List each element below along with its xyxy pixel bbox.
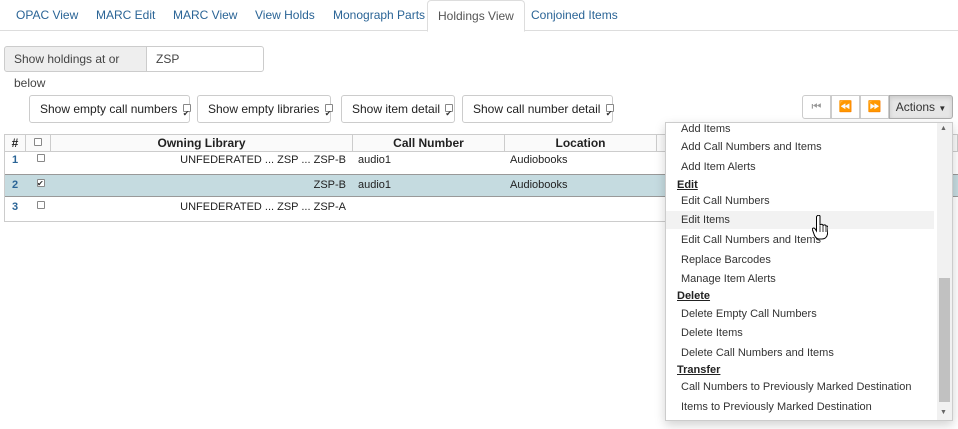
menu-item-add-items[interactable]: Add Items	[681, 123, 731, 135]
next-page-icon: ⏩	[867, 101, 882, 113]
show-empty-libraries-checkbox[interactable]	[324, 101, 333, 127]
owning-library-cell: UNFEDERATED ... ZSP ... ZSP-A	[180, 201, 346, 213]
toggle-label: Show call number detail	[473, 102, 601, 116]
actions-button[interactable]: Actions ▼	[889, 95, 953, 119]
tab-view-holds[interactable]: View Holds	[255, 0, 315, 31]
column-header-owning-library[interactable]: Owning Library	[51, 135, 353, 152]
show-empty-call-numbers-checkbox[interactable]	[182, 101, 191, 127]
location-cell: Audiobooks	[510, 154, 568, 166]
menu-item-transfer-call-numbers[interactable]: Call Numbers to Previously Marked Destin…	[681, 381, 911, 393]
scroll-up-icon[interactable]: ▲	[940, 125, 947, 132]
caret-down-icon: ▼	[938, 104, 947, 113]
tab-monograph-parts[interactable]: Monograph Parts	[333, 0, 425, 31]
row-select-cell	[35, 199, 45, 215]
holdings-filter-label: Show holdings at or below	[4, 46, 147, 90]
show-empty-libraries-toggle[interactable]: Show empty libraries	[197, 95, 333, 127]
menu-header-edit: Edit	[677, 179, 698, 191]
location-cell: Audiobooks	[510, 179, 568, 191]
show-call-number-detail-checkbox[interactable]	[605, 101, 614, 127]
actions-label: Actions	[895, 100, 936, 114]
menu-header-delete: Delete	[677, 290, 711, 302]
first-page-button[interactable]: ⏮	[802, 95, 831, 119]
menu-item-delete-call-numbers-and-items[interactable]: Delete Call Numbers and Items	[681, 347, 834, 359]
row-number[interactable]: 3	[12, 199, 18, 215]
row-checkbox[interactable]	[37, 154, 45, 162]
previous-page-button[interactable]: ⏪	[831, 95, 860, 119]
toggle-label: Show item detail	[352, 102, 441, 116]
toggle-label: Show empty libraries	[208, 102, 320, 116]
row-select-cell	[35, 152, 45, 168]
show-empty-call-numbers-toggle[interactable]: Show empty call numbers	[29, 95, 191, 127]
tab-bar: OPAC View MARC Edit MARC View View Holds…	[0, 0, 958, 32]
select-all-cell	[26, 135, 51, 152]
menu-item-manage-item-alerts[interactable]: Manage Item Alerts	[681, 273, 776, 285]
show-item-detail-checkbox[interactable]	[445, 101, 454, 127]
call-number-cell: audio1	[358, 154, 392, 166]
row-number[interactable]: 2	[12, 177, 18, 193]
column-header-call-number[interactable]: Call Number	[353, 135, 505, 152]
tab-holdings-view[interactable]: Holdings View	[427, 0, 525, 32]
column-header-location[interactable]: Location	[505, 135, 657, 152]
tab-conjoined-items[interactable]: Conjoined Items	[531, 0, 618, 31]
toggle-label: Show empty call numbers	[40, 102, 178, 116]
row-checkbox[interactable]	[37, 201, 45, 209]
menu-scrollbar[interactable]: ▲ ▼	[937, 123, 952, 420]
menu-item-delete-empty-call-numbers[interactable]: Delete Empty Call Numbers	[681, 308, 817, 320]
menu-item-edit-call-numbers[interactable]: Edit Call Numbers	[681, 195, 770, 207]
previous-page-icon: ⏪	[838, 101, 853, 113]
row-number[interactable]: 1	[12, 152, 18, 168]
show-call-number-detail-toggle[interactable]: Show call number detail	[462, 95, 614, 127]
actions-dropdown-menu: Add Items Add Call Numbers and Items Add…	[665, 122, 953, 421]
row-checkbox[interactable]	[37, 176, 45, 192]
call-number-cell: audio1	[358, 179, 392, 191]
scrollbar-thumb[interactable]	[939, 278, 950, 402]
menu-item-transfer-items[interactable]: Items to Previously Marked Destination	[681, 401, 872, 413]
menu-item-delete-items[interactable]: Delete Items	[681, 327, 743, 339]
show-item-detail-toggle[interactable]: Show item detail	[341, 95, 455, 127]
tab-opac-view[interactable]: OPAC View	[16, 0, 78, 31]
next-page-button[interactable]: ⏩	[860, 95, 889, 119]
menu-item-edit-items[interactable]: Edit Items	[666, 211, 934, 229]
grid-border	[4, 152, 5, 222]
first-page-icon: ⏮	[811, 101, 822, 113]
scroll-down-icon[interactable]: ▼	[940, 409, 947, 416]
menu-item-add-call-numbers-and-items[interactable]: Add Call Numbers and Items	[681, 141, 822, 153]
menu-header-transfer: Transfer	[677, 364, 721, 376]
tab-marc-edit[interactable]: MARC Edit	[96, 0, 155, 31]
row-select-cell	[35, 176, 45, 193]
grid-border	[4, 221, 666, 222]
select-all-checkbox[interactable]	[34, 138, 42, 146]
menu-item-replace-barcodes[interactable]: Replace Barcodes	[681, 254, 771, 266]
menu-item-add-item-alerts[interactable]: Add Item Alerts	[681, 161, 756, 173]
owning-library-cell: UNFEDERATED ... ZSP ... ZSP-B	[180, 154, 346, 166]
owning-library-cell: ZSP-B	[313, 179, 346, 191]
column-header-number[interactable]: #	[5, 135, 26, 152]
tab-marc-view[interactable]: MARC View	[173, 0, 237, 31]
menu-item-edit-call-numbers-and-items[interactable]: Edit Call Numbers and Items	[681, 234, 821, 246]
holdings-org-input[interactable]: ZSP	[146, 46, 264, 72]
hand-cursor-icon	[812, 215, 828, 240]
